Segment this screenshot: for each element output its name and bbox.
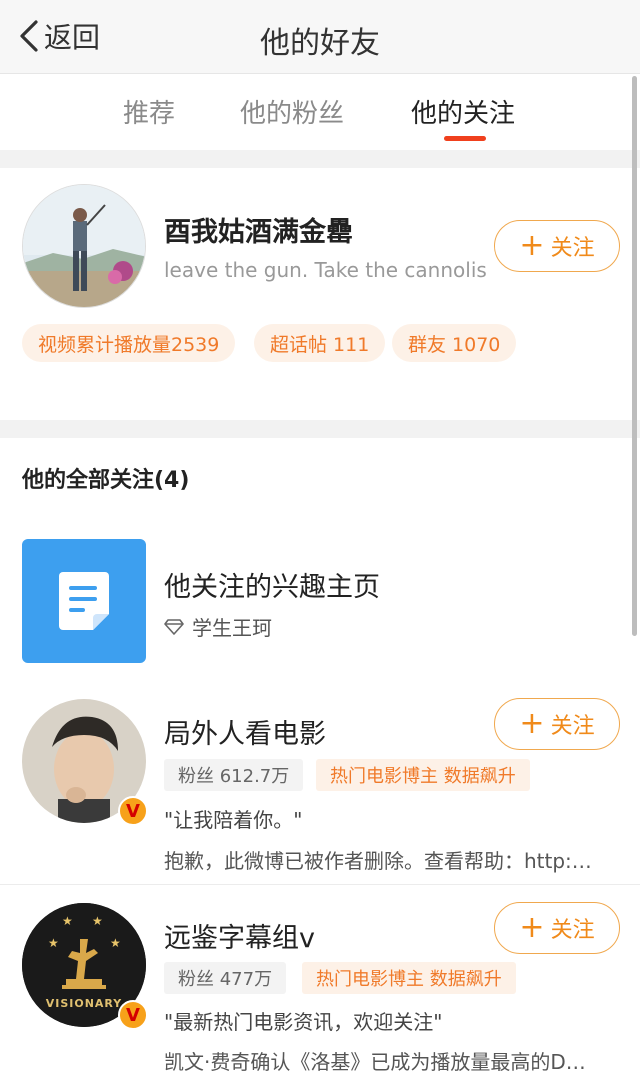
verified-badge-icon: V bbox=[118, 1000, 148, 1030]
section-divider bbox=[0, 150, 640, 168]
golfer-photo-icon bbox=[23, 185, 145, 307]
nav-header: 返回 他的好友 bbox=[0, 0, 640, 74]
follow-button[interactable]: + 关注 bbox=[494, 902, 620, 954]
follow-label: 关注 bbox=[550, 236, 595, 261]
following-section-title: 他的全部关注(4) bbox=[22, 468, 190, 493]
user-quote: "让我陪着你。" bbox=[164, 808, 303, 832]
profile-card: 酉我姑酒满金罍 leave the gun. Take the cannolis… bbox=[0, 168, 640, 420]
diamond-icon bbox=[164, 618, 184, 635]
stat-pill-super-topic[interactable]: 超话帖 111 bbox=[254, 324, 386, 362]
verified-badge-icon: V bbox=[118, 796, 148, 826]
user-quote: "最新热门电影资讯，欢迎关注" bbox=[164, 1010, 443, 1034]
svg-text:★: ★ bbox=[62, 914, 73, 928]
page-title: 他的好友 bbox=[260, 26, 380, 61]
follow-label: 关注 bbox=[550, 918, 595, 943]
plus-icon: + bbox=[519, 706, 545, 741]
interest-page-icon[interactable] bbox=[22, 539, 146, 663]
user-tag: 热门电影博主 数据飙升 bbox=[302, 962, 516, 994]
plus-icon: + bbox=[519, 910, 545, 945]
fans-count: 粉丝 612.7万 bbox=[164, 759, 304, 791]
user-tag: 热门电影博主 数据飙升 bbox=[316, 759, 530, 791]
fans-count: 粉丝 477万 bbox=[164, 962, 287, 994]
tab-his-fans[interactable]: 他的粉丝 bbox=[240, 93, 344, 130]
svg-text:★: ★ bbox=[92, 914, 103, 928]
profile-bio: leave the gun. Take the cannolis bbox=[164, 258, 487, 282]
plus-icon: + bbox=[519, 228, 545, 263]
tab-his-following[interactable]: 他的关注 bbox=[411, 93, 515, 130]
stat-pill-video-plays[interactable]: 视频累计播放量2539 bbox=[22, 324, 236, 362]
tab-bar: 推荐 他的粉丝 他的关注 bbox=[0, 75, 640, 150]
document-icon bbox=[59, 572, 109, 630]
stat-pill-group-friends[interactable]: 群友 1070 bbox=[392, 324, 517, 362]
profile-follow-button[interactable]: + 关注 bbox=[494, 220, 620, 272]
svg-text:★: ★ bbox=[110, 936, 121, 950]
user-name[interactable]: 局外人看电影 bbox=[164, 712, 326, 751]
row-divider bbox=[0, 884, 640, 885]
interest-page-owner: 学生王珂 bbox=[192, 616, 272, 640]
interest-page-subtitle: 学生王珂 bbox=[164, 612, 272, 641]
user-latest-post[interactable]: 凯文·费奇确认《洛基》已成为播放量最高的D… bbox=[164, 1046, 616, 1075]
follow-button[interactable]: + 关注 bbox=[494, 698, 620, 750]
follow-label: 关注 bbox=[550, 714, 595, 739]
active-tab-indicator bbox=[444, 136, 486, 141]
user-latest-post[interactable]: 抱歉，此微博已被作者删除。查看帮助：http:… bbox=[164, 845, 616, 874]
profile-name: 酉我姑酒满金罍 bbox=[164, 217, 353, 248]
interest-page-title[interactable]: 他关注的兴趣主页 bbox=[164, 565, 380, 604]
svg-text:★: ★ bbox=[48, 936, 59, 950]
scrollbar[interactable] bbox=[632, 76, 637, 636]
user-name[interactable]: 远鉴字幕组v bbox=[164, 916, 315, 955]
tab-recommended[interactable]: 推荐 bbox=[123, 93, 175, 130]
section-divider bbox=[0, 420, 640, 438]
profile-avatar[interactable] bbox=[22, 184, 146, 308]
